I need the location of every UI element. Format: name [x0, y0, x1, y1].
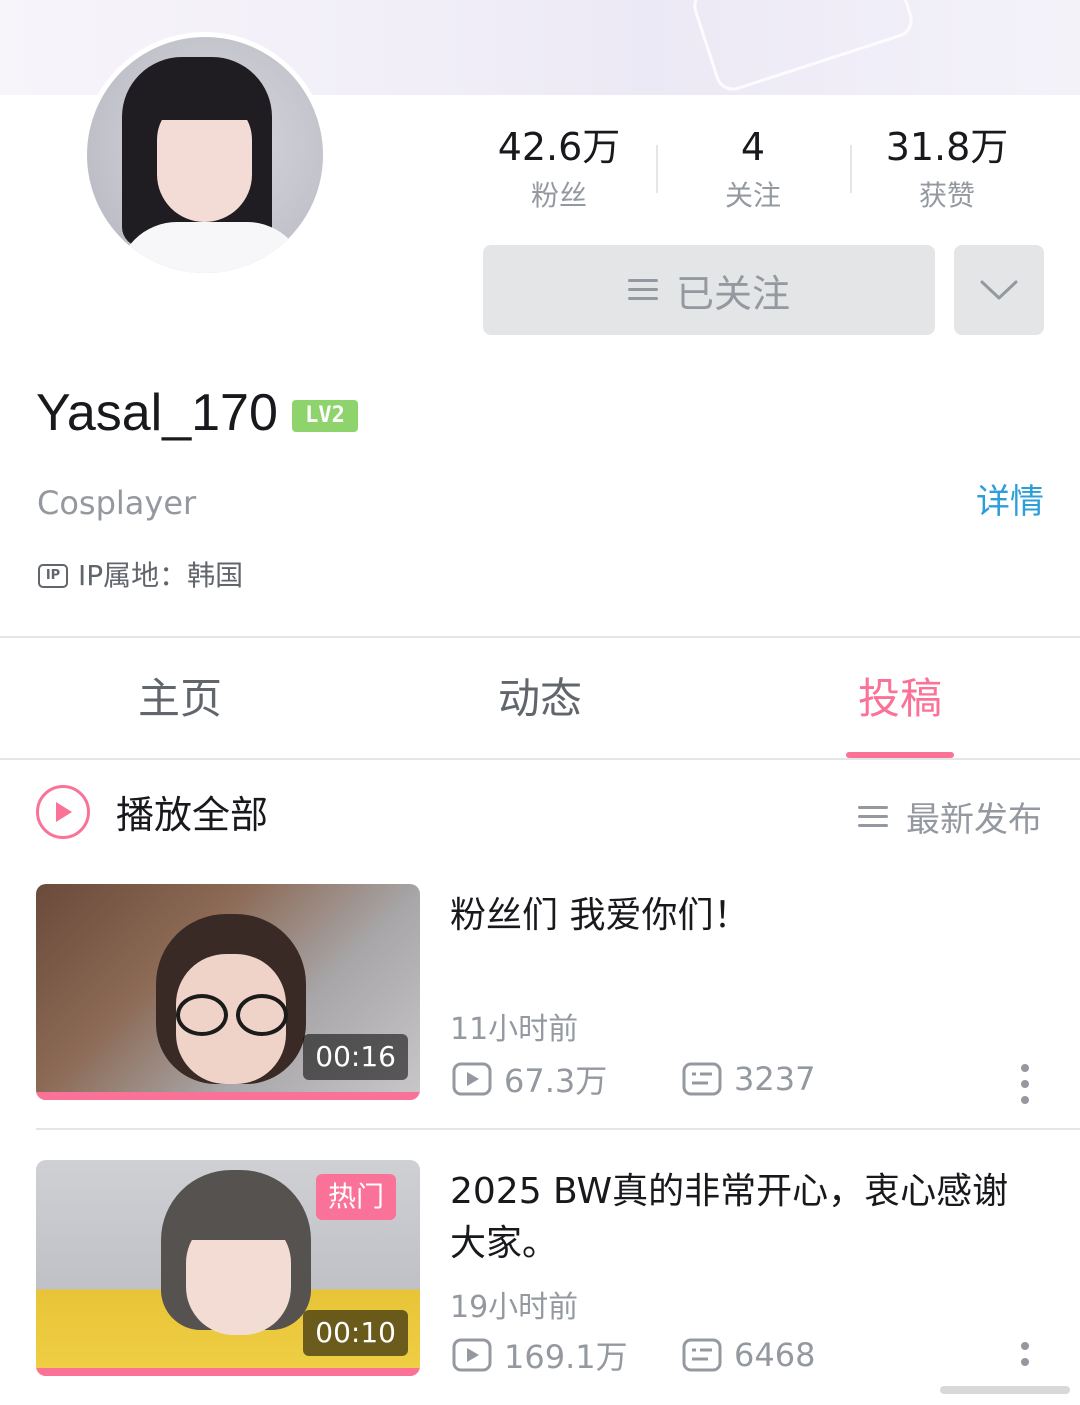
- video-time: 19小时前: [450, 1290, 579, 1325]
- ip-icon: IP: [38, 564, 68, 588]
- stat-likes-value: 31.8万: [885, 125, 1009, 169]
- video-item[interactable]: 热门 00:10 2025 BW真的非常开心，衷心感谢大家。 19小时前 169…: [36, 1160, 1080, 1390]
- profile-tabs: 主页 动态 投稿: [0, 640, 1080, 758]
- hot-badge: 热门: [315, 1174, 396, 1220]
- video-thumbnail[interactable]: 热门 00:10: [36, 1160, 420, 1376]
- more-actions-dropdown-button[interactable]: [954, 245, 1044, 335]
- stat-following-label: 关注: [724, 179, 781, 212]
- username: Yasal_170: [36, 384, 278, 442]
- video-time: 11小时前: [450, 1012, 579, 1047]
- level-badge: LV2: [292, 400, 358, 432]
- danmaku-count-value: 3237: [734, 1060, 816, 1098]
- view-count: 169.1万: [452, 1332, 682, 1378]
- video-stats: 169.1万 6468: [452, 1332, 815, 1378]
- stat-following[interactable]: 4 关注: [656, 122, 850, 216]
- more-options-icon[interactable]: [1018, 1342, 1032, 1374]
- tab-dynamics[interactable]: 动态: [360, 640, 720, 758]
- avatar[interactable]: [82, 32, 328, 278]
- video-duration: 00:10: [303, 1310, 408, 1356]
- video-item[interactable]: 00:16 粉丝们 我爱你们！ 11小时前 67.3万 3237: [36, 884, 1080, 1114]
- menu-icon: [627, 279, 658, 301]
- play-all-button[interactable]: 播放全部: [36, 784, 268, 839]
- sort-button[interactable]: 最新发布: [858, 792, 1042, 841]
- banner-decoration: [688, 0, 918, 95]
- play-all-label: 播放全部: [116, 793, 269, 837]
- video-stats: 67.3万 3237: [452, 1056, 815, 1102]
- tabs-divider: [0, 758, 1080, 760]
- more-options-icon[interactable]: [1018, 1064, 1032, 1112]
- progress-bar: [36, 1092, 420, 1100]
- stat-followers[interactable]: 42.6万 粉丝: [462, 122, 656, 216]
- stat-following-value: 4: [740, 125, 766, 169]
- danmaku-count: 6468: [682, 1336, 815, 1374]
- section-divider: [0, 636, 1080, 638]
- progress-bar: [36, 1368, 420, 1376]
- view-count-value: 67.3万: [504, 1062, 608, 1100]
- play-count-icon: [452, 1062, 492, 1096]
- video-title[interactable]: 2025 BW真的非常开心，衷心感谢大家。: [450, 1166, 1030, 1270]
- video-title[interactable]: 粉丝们 我爱你们！: [450, 890, 1030, 942]
- stat-followers-label: 粉丝: [530, 179, 587, 212]
- danmaku-count: 3237: [682, 1060, 815, 1098]
- stat-likes[interactable]: 31.8万 获赞: [850, 122, 1044, 216]
- chevron-down-icon: [980, 280, 1018, 300]
- view-count: 67.3万: [452, 1056, 682, 1102]
- avatar-image: [87, 37, 323, 273]
- stat-followers-value: 42.6万: [497, 125, 621, 169]
- sort-label: 最新发布: [906, 800, 1042, 840]
- bio-text: Cosplayer: [37, 484, 197, 522]
- view-count-value: 169.1万: [504, 1338, 628, 1376]
- video-thumbnail[interactable]: 00:16: [36, 884, 420, 1100]
- video-duration: 00:16: [303, 1034, 408, 1080]
- play-icon: [36, 784, 90, 839]
- tab-uploads[interactable]: 投稿: [720, 640, 1080, 758]
- sort-icon: [858, 805, 888, 828]
- gesture-handle: [940, 1386, 1070, 1394]
- list-divider: [36, 1128, 1080, 1130]
- followed-button-label: 已关注: [675, 271, 790, 316]
- ip-location-text: IP属地：韩国: [78, 559, 244, 592]
- danmaku-count-value: 6468: [734, 1336, 816, 1374]
- danmaku-icon: [682, 1338, 722, 1372]
- play-count-icon: [452, 1338, 492, 1372]
- detail-link[interactable]: 详情: [976, 480, 1044, 524]
- ip-location: IP IP属地：韩国: [38, 558, 243, 594]
- stat-likes-label: 获赞: [918, 179, 975, 212]
- tab-home[interactable]: 主页: [0, 640, 360, 758]
- danmaku-icon: [682, 1062, 722, 1096]
- followed-button[interactable]: 已关注: [483, 245, 935, 335]
